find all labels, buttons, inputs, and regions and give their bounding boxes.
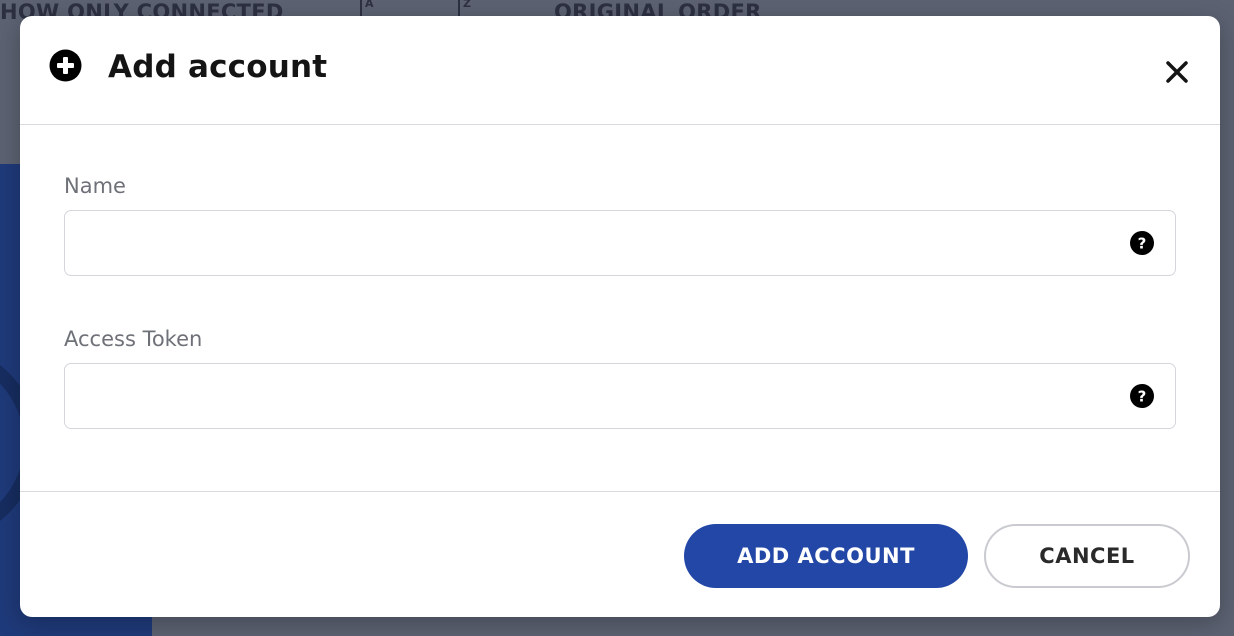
- svg-text:?: ?: [1138, 235, 1147, 253]
- dialog-title: Add account: [108, 49, 328, 85]
- name-label: Name: [64, 174, 126, 198]
- dialog-body: Name ? Access Token ?: [20, 125, 1220, 491]
- help-icon[interactable]: ?: [1130, 384, 1154, 408]
- access-token-field[interactable]: ?: [64, 363, 1176, 429]
- name-input[interactable]: [81, 211, 1125, 276]
- name-field[interactable]: ?: [64, 210, 1176, 276]
- add-account-dialog: Add account Name ? Access Token ? ADD AC…: [20, 16, 1220, 617]
- add-account-button[interactable]: ADD ACCOUNT: [684, 524, 968, 588]
- close-icon[interactable]: [1165, 60, 1189, 84]
- access-token-input[interactable]: [81, 364, 1125, 429]
- access-token-label: Access Token: [64, 327, 203, 351]
- cancel-button[interactable]: CANCEL: [984, 524, 1190, 588]
- help-icon[interactable]: ?: [1130, 231, 1154, 255]
- svg-text:?: ?: [1138, 388, 1147, 406]
- dialog-header: Add account: [20, 16, 1220, 125]
- dialog-footer: ADD ACCOUNT CANCEL: [20, 491, 1220, 617]
- plus-circle-icon: [49, 49, 82, 82]
